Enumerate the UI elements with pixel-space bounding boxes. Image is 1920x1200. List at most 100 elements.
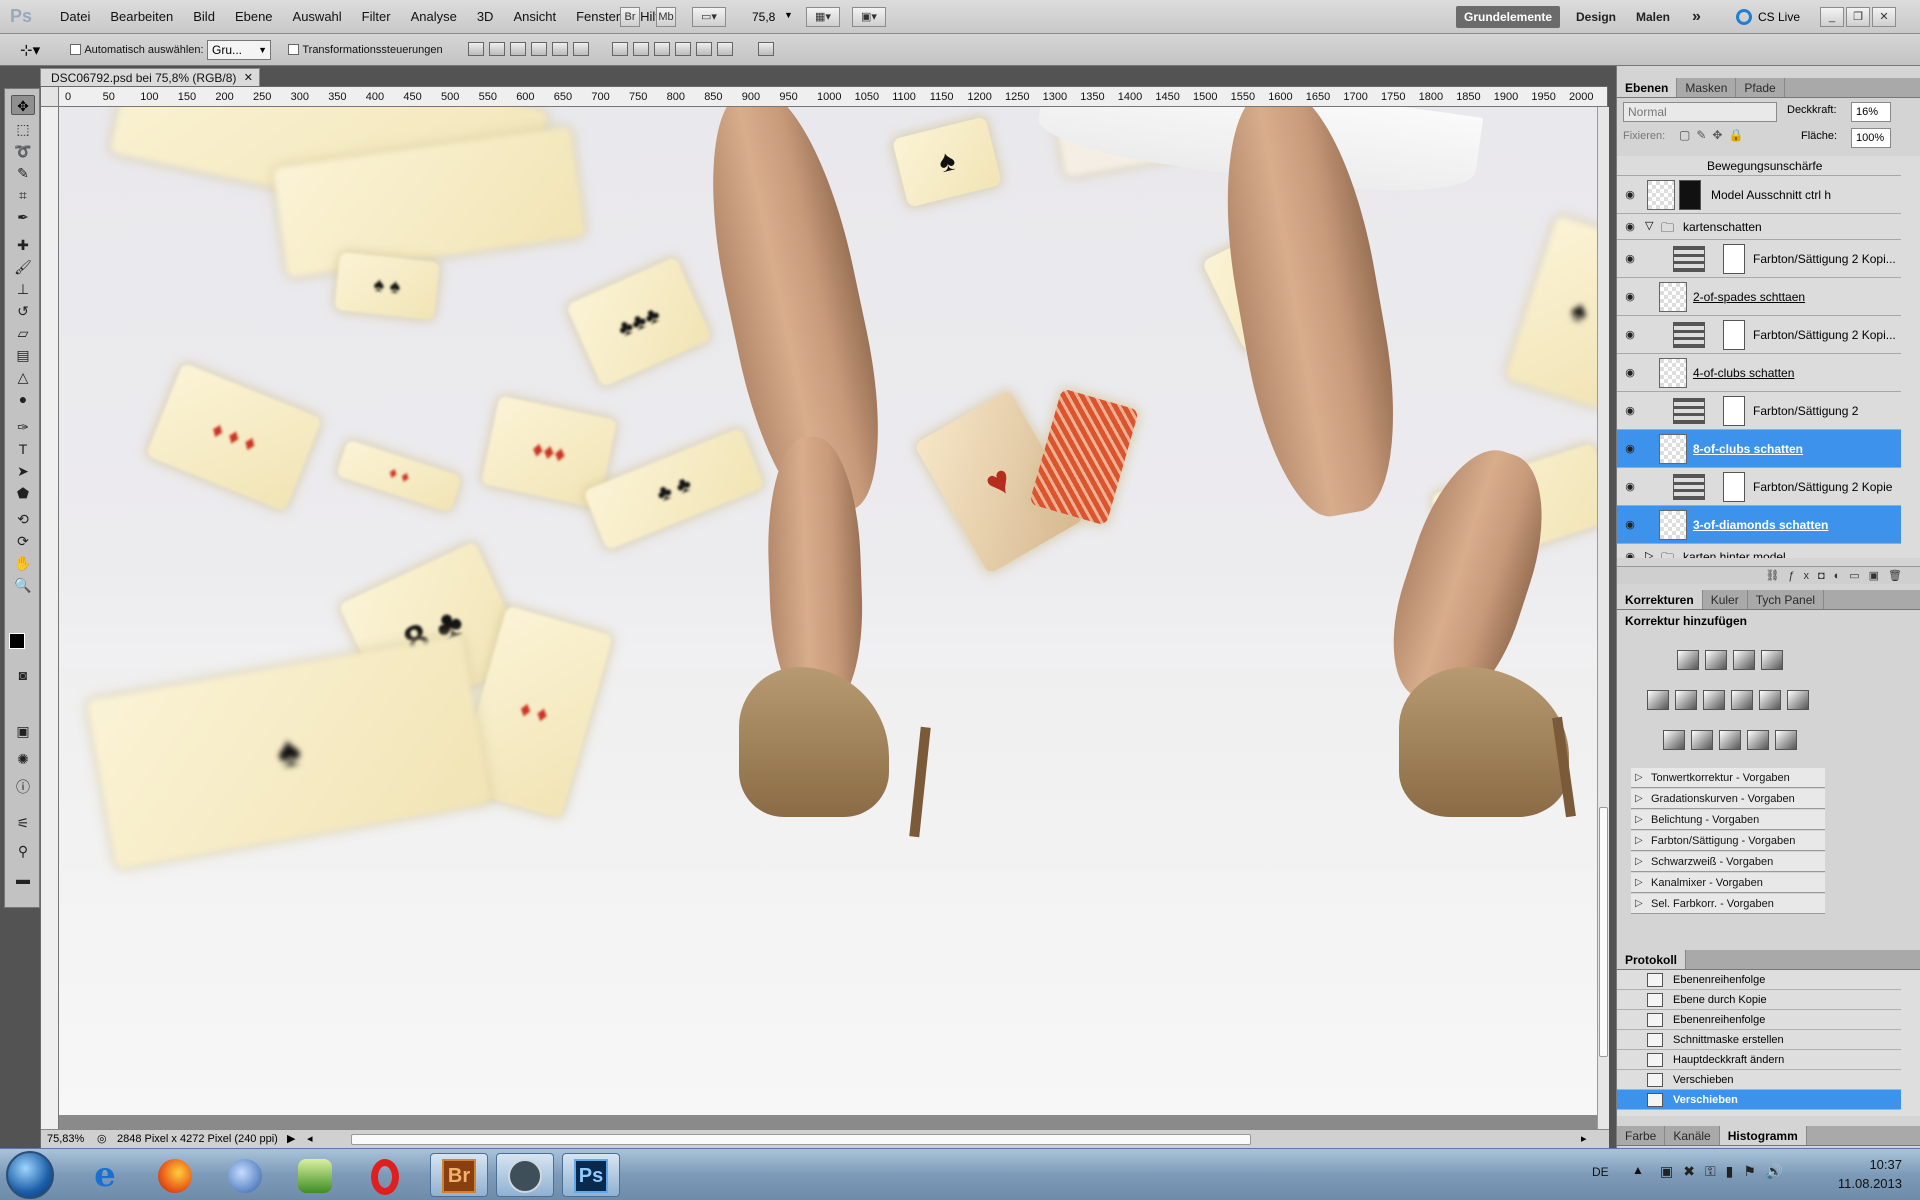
menu-3d[interactable]: 3D (467, 9, 504, 24)
history-brush-tool-icon[interactable]: ↺ (11, 301, 35, 321)
eye-icon[interactable]: ◉ (1623, 480, 1637, 493)
navigator-panel-icon[interactable]: ✺ (11, 749, 35, 769)
layers-footer-icons[interactable]: ⛓ƒx◘◐▭▣🗑 (1617, 566, 1920, 584)
menu-datei[interactable]: Datei (50, 9, 100, 24)
transform-controls-checkbox[interactable] (288, 44, 299, 56)
brush-presets-panel-icon[interactable]: ⚟ (11, 813, 35, 833)
eye-icon[interactable]: ◉ (1623, 328, 1637, 341)
distribute-left-icon[interactable] (675, 42, 691, 56)
gradient-map-icon[interactable] (1747, 730, 1769, 750)
eye-icon[interactable]: ◉ (1623, 404, 1637, 417)
language-indicator[interactable]: DE (1592, 1165, 1609, 1179)
healing-brush-tool-icon[interactable]: ✚ (11, 235, 35, 255)
layer-row[interactable]: ◉ Farbton/Sättigung 2 (1617, 392, 1901, 430)
crop-tool-icon[interactable]: ⌗ (11, 185, 35, 205)
distribute-right-icon[interactable] (717, 42, 733, 56)
hand-tool-icon[interactable]: ✋ (11, 553, 35, 573)
foreground-color-swatch[interactable] (9, 633, 25, 649)
close-button[interactable]: ✕ (1872, 7, 1896, 27)
dodge-tool-icon[interactable]: ● (11, 389, 35, 409)
image-canvas[interactable]: ♠ ♠ ♣♣♣ ♦ ♦ ♦ ♦ ♦ ♦♦♦ ♣ ♣ 8 ♣ ♦ ♦ ♠ ♠ ♥ … (59, 107, 1605, 1115)
info-panel-icon[interactable]: ⓘ (11, 777, 35, 797)
history-step-current[interactable]: Verschieben (1617, 1090, 1901, 1110)
vertical-scrollbar[interactable] (1597, 107, 1609, 1129)
align-right-icon[interactable] (573, 42, 589, 56)
scroll-right-icon[interactable]: ▸ (1581, 1130, 1587, 1148)
eye-icon[interactable]: ◉ (1623, 188, 1637, 201)
align-top-icon[interactable] (468, 42, 484, 56)
preset-item[interactable]: Belichtung - Vorgaben (1631, 810, 1825, 830)
3d-orbit-tool-icon[interactable]: ⟳ (11, 531, 35, 551)
zoom-level[interactable]: 75,8 (752, 10, 775, 24)
blend-mode-select[interactable]: Normal (1623, 102, 1777, 122)
layer-row[interactable]: ◉ Model Ausschnitt ctrl h (1617, 176, 1901, 214)
fill-input[interactable]: 100% (1851, 128, 1891, 148)
quick-select-tool-icon[interactable]: ✎ (11, 163, 35, 183)
levels-icon[interactable] (1705, 650, 1727, 670)
layer-effect-row[interactable]: Bewegungsunschärfe (1617, 156, 1901, 176)
selective-color-icon[interactable] (1775, 730, 1797, 750)
preset-item[interactable]: Farbton/Sättigung - Vorgaben (1631, 831, 1825, 851)
photoshop-taskbar-button[interactable]: Ps (562, 1153, 620, 1197)
workspace-malen[interactable]: Malen (1628, 6, 1678, 28)
brightness-icon[interactable] (1677, 650, 1699, 670)
screen-mode-icon[interactable]: ▣▾ (852, 7, 886, 27)
tab-kanaele[interactable]: Kanäle (1665, 1126, 1720, 1145)
restore-button[interactable]: ❐ (1846, 7, 1870, 27)
align-bottom-icon[interactable] (510, 42, 526, 56)
vertical-ruler[interactable] (41, 107, 59, 1129)
opera-icon[interactable] (356, 1153, 414, 1197)
layer-row-selected[interactable]: ◉ 8-of-clubs schatten (1617, 430, 1901, 468)
tab-protokoll[interactable]: Protokoll (1617, 950, 1687, 969)
zoom-tool-icon[interactable]: 🔍 (11, 575, 35, 595)
tab-tych-panel[interactable]: Tych Panel (1748, 590, 1825, 609)
opacity-input[interactable]: 16% (1851, 102, 1891, 122)
path-selection-tool-icon[interactable]: ➤ (11, 461, 35, 481)
align-left-icon[interactable] (531, 42, 547, 56)
status-arrow-icon[interactable]: ▶ (287, 1130, 295, 1148)
layer-row[interactable]: ◉ 2-of-spades schttaen (1617, 278, 1901, 316)
eyedropper-tool-icon[interactable]: ✒ (11, 207, 35, 227)
clone-stamp-tool-icon[interactable]: ⊥ (11, 279, 35, 299)
menu-ebene[interactable]: Ebene (225, 9, 283, 24)
history-step[interactable]: Verschieben (1617, 1070, 1901, 1090)
move-tool-icon[interactable]: ✥ (11, 95, 35, 115)
move-tool-preset-icon[interactable]: ⊹▾ (20, 41, 40, 59)
bridge-taskbar-button[interactable]: Br (430, 1153, 488, 1197)
menu-bild[interactable]: Bild (183, 9, 225, 24)
firefox-icon[interactable] (146, 1153, 204, 1197)
extras-icon[interactable]: ▭▾ (692, 7, 726, 27)
app-taskbar-button[interactable] (496, 1153, 554, 1197)
chevron-right-icon[interactable]: ▷ (1645, 549, 1653, 558)
eye-icon[interactable]: ◉ (1623, 220, 1637, 233)
tab-farbe[interactable]: Farbe (1617, 1126, 1666, 1145)
preset-item[interactable]: Gradationskurven - Vorgaben (1631, 789, 1825, 809)
preset-item[interactable]: Sel. Farbkorr. - Vorgaben (1631, 894, 1825, 914)
auto-align-icon[interactable] (758, 42, 774, 56)
layer-group-row[interactable]: ◉ ▷ 🗀 karten hinter model (1617, 544, 1901, 558)
eye-icon[interactable]: ◉ (1623, 518, 1637, 531)
close-document-icon[interactable]: ✕ (244, 69, 253, 87)
thunderbird-icon[interactable] (216, 1153, 274, 1197)
pen-tool-icon[interactable]: ✑ (11, 417, 35, 437)
eye-icon[interactable]: ◉ (1623, 550, 1637, 558)
ruler-origin[interactable] (41, 87, 59, 107)
history-step[interactable]: Ebenenreihenfolge (1617, 970, 1901, 990)
menu-ansicht[interactable]: Ansicht (503, 9, 566, 24)
transform-controls-option[interactable]: Transformationssteuerungen (288, 42, 443, 56)
chevron-down-icon[interactable]: ▼ (784, 10, 793, 20)
history-step[interactable]: Schnittmaske erstellen (1617, 1030, 1901, 1050)
eraser-tool-icon[interactable]: ▱ (11, 323, 35, 343)
horizontal-ruler[interactable]: 0 50 100 150 200 250 300 350 400 450 500 550 600 650 7… (59, 87, 1607, 107)
tab-kuler[interactable]: Kuler (1703, 590, 1748, 609)
blur-tool-icon[interactable]: △ (11, 367, 35, 387)
clock[interactable]: 10:37 11.08.2013 (1838, 1155, 1902, 1193)
menu-auswahl[interactable]: Auswahl (283, 9, 352, 24)
eye-icon[interactable]: ◉ (1623, 290, 1637, 303)
layer-row[interactable]: ◉ Farbton/Sättigung 2 Kopie (1617, 468, 1901, 506)
tab-pfade[interactable]: Pfade (1736, 78, 1785, 97)
curves-icon[interactable] (1733, 650, 1755, 670)
exposure-icon[interactable] (1761, 650, 1783, 670)
black-white-icon[interactable] (1731, 690, 1753, 710)
document-tab[interactable]: DSC06792.psd bei 75,8% (RGB/8) ✕ (40, 68, 260, 87)
